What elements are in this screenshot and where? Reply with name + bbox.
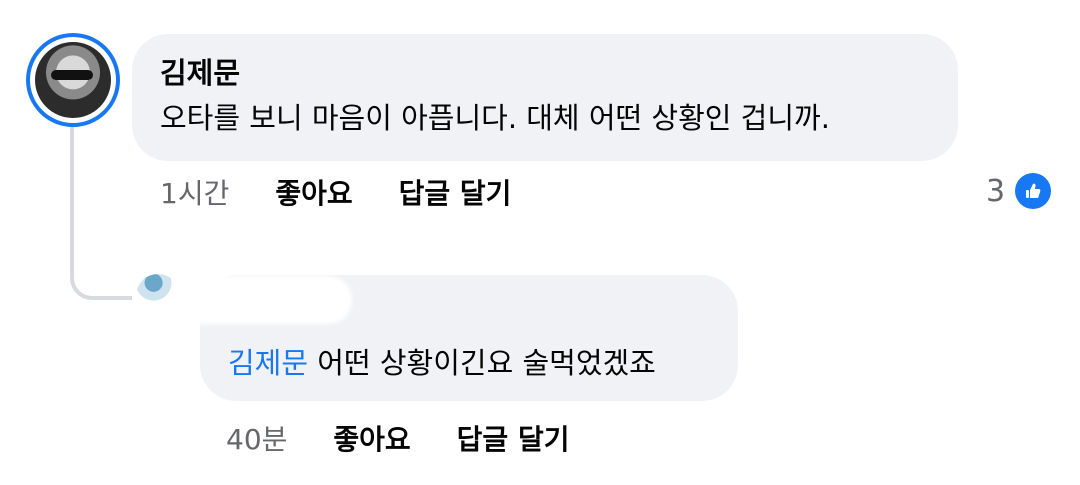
commenter-avatar[interactable]: [26, 33, 120, 127]
like-button[interactable]: 좋아요: [275, 172, 352, 212]
avatar-photo: [35, 42, 111, 118]
reaction-count: 3: [986, 173, 1006, 209]
reply-like-button[interactable]: 좋아요: [333, 418, 410, 458]
reply-timestamp[interactable]: 40분: [226, 418, 287, 458]
reply-reply-button[interactable]: 답글 달기: [457, 418, 570, 458]
reply-button[interactable]: 답글 달기: [399, 172, 512, 212]
reply-text-line: 김제문 어떤 상황이긴요 술먹었겠죠: [228, 341, 656, 385]
mention-link[interactable]: 김제문: [228, 346, 308, 380]
sunglasses-detail: [51, 70, 93, 80]
comment-bubble: 김제문 오타를 보니 마음이 아픕니다. 대체 어떤 상황인 겁니까.: [132, 34, 958, 161]
reply-text: 어떤 상황이긴요 술먹었겠죠: [308, 346, 656, 380]
comment-actions: 1시간 좋아요 답글 달기: [160, 172, 557, 212]
thumbs-up-icon: [1015, 173, 1052, 209]
comment-timestamp[interactable]: 1시간: [160, 172, 229, 212]
comment-text: 오타를 보니 마음이 아픕니다. 대체 어떤 상황인 겁니까.: [160, 101, 830, 135]
reply-actions: 40분 좋아요 답글 달기: [226, 418, 615, 458]
redacted-name-area: [172, 276, 352, 324]
comment-author-name[interactable]: 김제문: [160, 54, 930, 92]
reaction-summary[interactable]: 3: [986, 173, 1052, 209]
thread-connector-line: [70, 122, 138, 300]
